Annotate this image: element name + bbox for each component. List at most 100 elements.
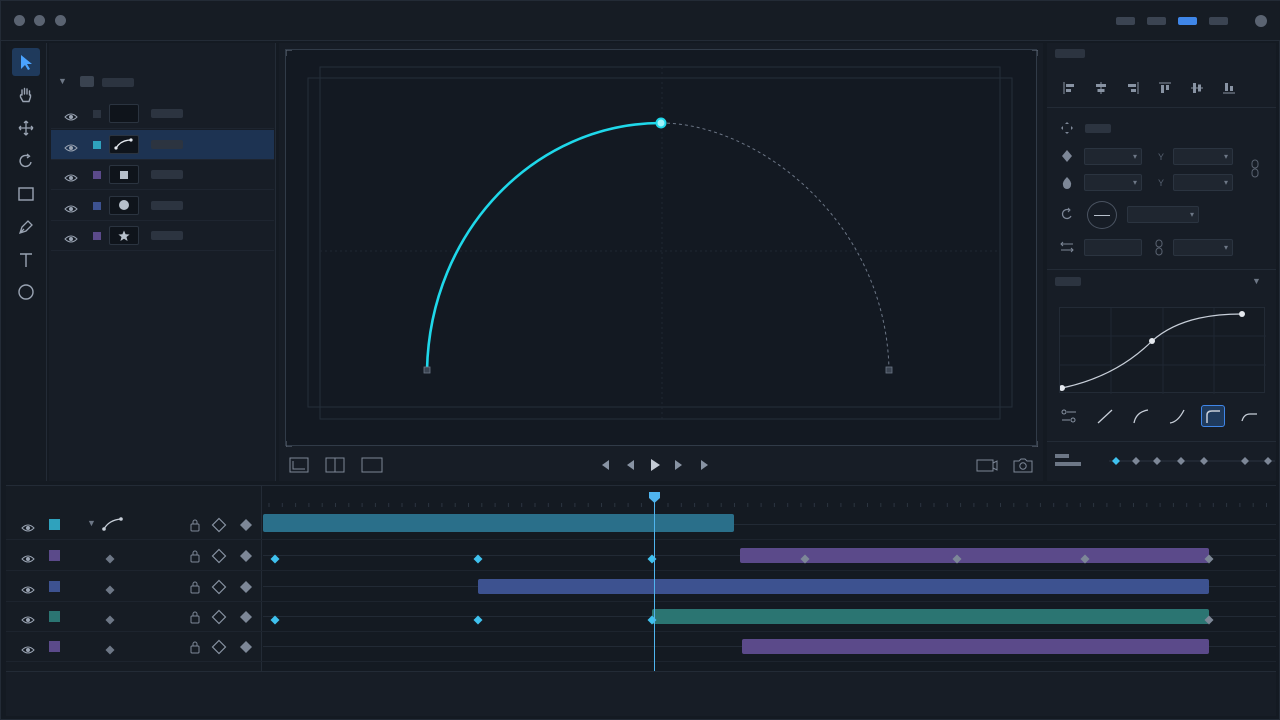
chevron-down-icon[interactable]: ▼ — [58, 76, 67, 86]
track-circle[interactable] — [6, 572, 1276, 602]
align-top-button[interactable] — [1157, 80, 1173, 96]
view-toggle-3[interactable] — [1178, 17, 1197, 25]
track-square[interactable] — [6, 541, 1276, 571]
track-path[interactable]: ▼ — [6, 510, 1276, 540]
track-visibility-eye-icon[interactable] — [21, 612, 35, 630]
current-position-point[interactable] — [655, 117, 667, 129]
visibility-eye-icon[interactable] — [64, 140, 78, 158]
easing-curve[interactable] — [1061, 313, 1243, 389]
keyframe-diamond[interactable] — [270, 612, 280, 630]
close-window-button[interactable] — [14, 15, 25, 26]
keyframe-diamond[interactable] — [647, 551, 657, 569]
pen-tool-button[interactable] — [12, 213, 40, 241]
view-toggle-2[interactable] — [1147, 17, 1166, 25]
track-clip-bar[interactable] — [651, 609, 1209, 624]
playhead-handle-icon[interactable] — [648, 492, 661, 504]
ellipse-tool-button[interactable] — [12, 278, 40, 306]
step-forward-button[interactable] — [671, 457, 685, 473]
mini-keyframe[interactable] — [1153, 457, 1161, 465]
move-tool-button[interactable] — [12, 114, 40, 142]
select-tool-button[interactable] — [12, 48, 40, 76]
single-view-button[interactable] — [361, 457, 383, 473]
keyframe-diamond[interactable] — [647, 612, 657, 630]
link-icon[interactable] — [1250, 159, 1260, 184]
snapshot-button[interactable] — [1012, 457, 1034, 473]
easing-settings-button[interactable] — [1057, 405, 1081, 427]
add-keyframe-icon[interactable] — [239, 549, 253, 568]
keyframe-diamond[interactable] — [1204, 612, 1214, 630]
step-back-button[interactable] — [624, 457, 638, 473]
track-clip-bar[interactable] — [478, 579, 1209, 594]
easing-start-handle[interactable] — [1059, 385, 1065, 391]
easing-curve-editor[interactable] — [1059, 307, 1266, 394]
playhead[interactable] — [649, 492, 661, 672]
view-toggle-4[interactable] — [1209, 17, 1228, 25]
ease-in-button[interactable] — [1129, 405, 1153, 427]
track-visibility-eye-icon[interactable] — [21, 520, 35, 538]
align-right-button[interactable] — [1125, 80, 1141, 96]
mini-keyframe[interactable] — [1200, 457, 1208, 465]
visibility-eye-icon[interactable] — [64, 109, 78, 127]
split-view-button[interactable] — [325, 457, 345, 473]
keyframe-toggle-icon[interactable] — [211, 517, 227, 538]
camera-button[interactable] — [976, 457, 998, 473]
position-y-field[interactable]: ▾ — [1173, 148, 1233, 165]
keyframe-toggle-icon[interactable] — [211, 579, 227, 600]
add-keyframe-icon[interactable] — [239, 610, 253, 629]
easing-end-handle[interactable] — [1239, 311, 1245, 317]
path-end-handle[interactable] — [885, 366, 893, 374]
anchor-y-field[interactable]: ▾ — [1173, 174, 1233, 191]
keyframe-diamond[interactable] — [952, 551, 962, 569]
add-keyframe-icon[interactable] — [239, 640, 253, 659]
keyframe-diamond[interactable] — [800, 551, 810, 569]
mini-keyframe[interactable] — [1264, 457, 1272, 465]
track-star[interactable] — [6, 632, 1276, 662]
rotation-field[interactable]: ▾ — [1127, 206, 1199, 223]
easing-mid-handle[interactable] — [1149, 338, 1155, 344]
keyframe-diamond[interactable] — [473, 612, 483, 630]
scale-link-icon[interactable] — [1154, 239, 1164, 262]
scale-y-field[interactable]: ▾ — [1173, 239, 1233, 256]
account-avatar[interactable] — [1255, 15, 1267, 27]
keyframe-diamond[interactable] — [473, 551, 483, 569]
path-start-handle[interactable] — [423, 366, 431, 374]
visibility-eye-icon[interactable] — [64, 201, 78, 219]
track-visibility-eye-icon[interactable] — [21, 582, 35, 600]
anchor-x-field[interactable]: ▾ — [1084, 174, 1142, 191]
visibility-eye-icon[interactable] — [64, 231, 78, 249]
skip-forward-button[interactable] — [697, 457, 711, 473]
canvas-stage[interactable] — [285, 49, 1038, 447]
skip-back-button[interactable] — [599, 457, 613, 473]
visibility-eye-icon[interactable] — [64, 170, 78, 188]
lock-icon[interactable] — [190, 580, 200, 599]
keyframe-diamond[interactable] — [1080, 551, 1090, 569]
play-button[interactable] — [648, 457, 662, 473]
linear-button[interactable] — [1093, 405, 1117, 427]
track-visibility-eye-icon[interactable] — [21, 642, 35, 660]
mini-keyframe[interactable] — [1132, 457, 1140, 465]
rotation-dial[interactable] — [1087, 201, 1117, 229]
keyframe-toggle-icon[interactable] — [211, 609, 227, 630]
hand-tool-button[interactable] — [12, 81, 40, 109]
view-toggle-1[interactable] — [1116, 17, 1135, 25]
layer-row[interactable] — [51, 221, 274, 251]
lock-icon[interactable] — [190, 518, 200, 537]
keyframe-toggle-icon[interactable] — [211, 639, 227, 660]
keyframe-diamond[interactable] — [270, 551, 280, 569]
track-clip-bar[interactable] — [741, 639, 1209, 654]
keyframe-toggle-icon[interactable] — [211, 548, 227, 569]
layer-row[interactable] — [51, 129, 274, 160]
add-keyframe-icon[interactable] — [239, 518, 253, 537]
add-keyframe-icon[interactable] — [239, 580, 253, 599]
align-left-button[interactable] — [1061, 80, 1077, 96]
track-visibility-eye-icon[interactable] — [21, 551, 35, 569]
ease-in-out-button[interactable] — [1201, 405, 1225, 427]
lock-icon[interactable] — [190, 640, 200, 659]
lock-icon[interactable] — [190, 549, 200, 568]
mini-keyframe[interactable] — [1112, 457, 1120, 465]
ease-flat-button[interactable] — [1237, 405, 1261, 427]
track-teal[interactable] — [6, 602, 1276, 632]
easing-collapse-icon[interactable]: ▼ — [1252, 276, 1261, 286]
lock-icon[interactable] — [190, 610, 200, 629]
scale-x-field[interactable] — [1084, 239, 1142, 256]
